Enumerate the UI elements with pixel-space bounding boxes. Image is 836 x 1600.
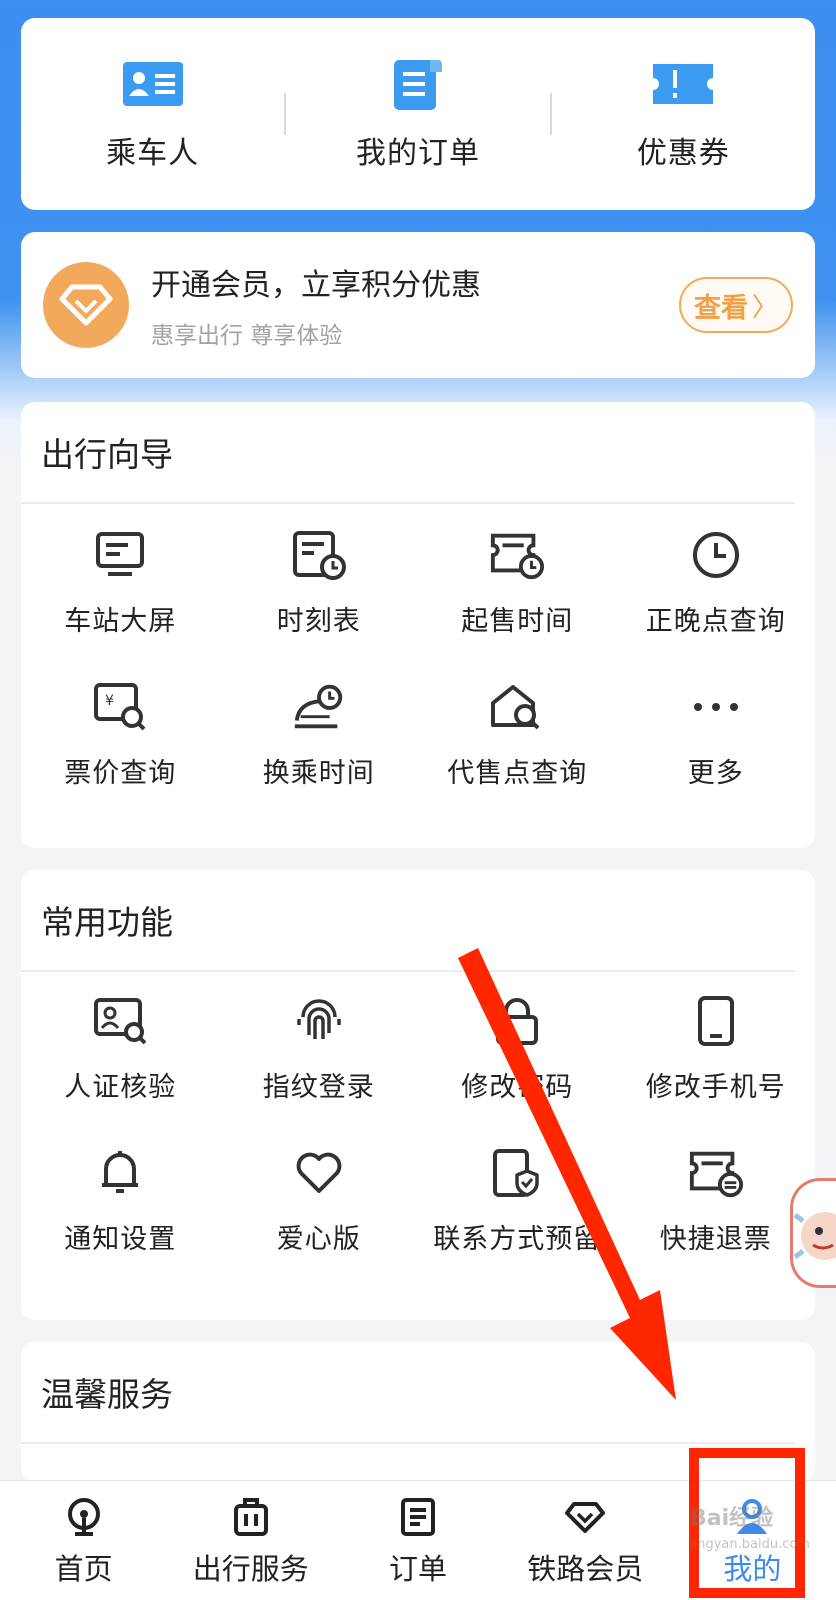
function-label: 修改手机号 <box>645 1071 786 1103</box>
member-diamond-icon <box>562 1494 608 1540</box>
mascot-floating-icon[interactable] <box>790 1178 836 1288</box>
baidu-watermark: Bai经验 jingyan.baidu.com <box>690 1506 810 1566</box>
func-quick-refund[interactable]: 快捷退票 <box>617 1124 816 1276</box>
member-text: 开通会员，立享积分优惠 惠享出行 尊享体验 <box>151 260 679 350</box>
guide-station-screen[interactable]: 车站大屏 <box>21 506 220 658</box>
guide-label: 更多 <box>687 757 744 789</box>
member-subtitle: 惠享出行 尊享体验 <box>151 323 343 349</box>
guide-more[interactable]: 更多 <box>617 658 816 810</box>
guide-punctuality[interactable]: 正晚点查询 <box>617 506 816 658</box>
chevron-right-icon: 〉 <box>751 292 778 323</box>
section-title: 出行向导 <box>21 402 795 504</box>
heart-icon <box>291 1145 347 1201</box>
quick-access-card: 乘车人 我的订单 优惠券 <box>21 18 815 210</box>
func-change-phone[interactable]: 修改手机号 <box>617 972 816 1124</box>
fingerprint-icon <box>291 993 347 1049</box>
function-label: 爱心版 <box>276 1223 361 1255</box>
diamond-badge-icon <box>43 262 129 348</box>
nav-label: 出行服务 <box>192 1551 309 1586</box>
guide-agency[interactable]: 代售点查询 <box>418 658 617 810</box>
nav-label: 首页 <box>54 1551 113 1586</box>
func-notification[interactable]: 通知设置 <box>21 1124 220 1276</box>
common-functions-grid: 人证核验 指纹登录 修改密码 修改手机号 通知设置 爱心版 联系方式预留 快捷退… <box>21 972 815 1276</box>
nav-orders[interactable]: 订单 <box>334 1481 501 1600</box>
function-label: 人证核验 <box>64 1071 177 1103</box>
common-functions-section: 常用功能 人证核验 指纹登录 修改密码 修改手机号 通知设置 爱心版 联系方式预… <box>21 870 815 1320</box>
nav-home[interactable]: 首页 <box>0 1481 167 1600</box>
guide-transfer-time[interactable]: 换乘时间 <box>220 658 419 810</box>
order-icon <box>395 1494 441 1540</box>
fare-search-icon: ¥ <box>92 679 148 735</box>
nav-label: 订单 <box>389 1551 448 1586</box>
passenger-card-icon <box>120 56 186 112</box>
sale-time-icon <box>489 527 545 583</box>
function-label: 指纹登录 <box>262 1071 375 1103</box>
more-icon <box>688 679 744 735</box>
svg-text:¥: ¥ <box>105 693 114 709</box>
guide-label: 时刻表 <box>276 605 361 637</box>
watermark-text: Bai经验 <box>690 1506 774 1531</box>
agency-search-icon <box>489 679 545 735</box>
id-verify-icon <box>92 993 148 1049</box>
func-care-edition[interactable]: 爱心版 <box>220 1124 419 1276</box>
func-contact-reserve[interactable]: 联系方式预留 <box>418 1124 617 1276</box>
travel-guide-grid: 车站大屏 时刻表 起售时间 正晚点查询 ¥ 票价查询 换乘时间 代售点查询 更多 <box>21 504 815 810</box>
func-id-verify[interactable]: 人证核验 <box>21 972 220 1124</box>
watermark-sub: jingyan.baidu.com <box>690 1537 810 1552</box>
quick-coupons-label: 优惠券 <box>636 136 730 171</box>
quick-orders[interactable]: 我的订单 <box>286 18 549 210</box>
function-label: 联系方式预留 <box>433 1223 602 1255</box>
home-icon <box>61 1494 107 1540</box>
nav-railway-member[interactable]: 铁路会员 <box>502 1481 669 1600</box>
travel-guide-section: 出行向导 车站大屏 时刻表 起售时间 正晚点查询 ¥ 票价查询 换乘时间 代售点… <box>21 402 815 848</box>
guide-fare[interactable]: ¥ 票价查询 <box>21 658 220 810</box>
guide-label: 车站大屏 <box>64 605 177 637</box>
func-change-password[interactable]: 修改密码 <box>418 972 617 1124</box>
function-label: 通知设置 <box>64 1223 177 1255</box>
nav-label: 铁路会员 <box>527 1551 644 1586</box>
quick-passenger[interactable]: 乘车人 <box>21 18 284 210</box>
contact-shield-icon <box>489 1145 545 1201</box>
quick-refund-icon <box>688 1145 744 1201</box>
quick-coupons[interactable]: 优惠券 <box>552 18 815 210</box>
phone-icon <box>688 993 744 1049</box>
quick-orders-label: 我的订单 <box>355 136 480 171</box>
transfer-time-icon <box>291 679 347 735</box>
station-screen-icon <box>92 527 148 583</box>
guide-sale-time[interactable]: 起售时间 <box>418 506 617 658</box>
guide-label: 代售点查询 <box>447 757 588 789</box>
coupon-icon <box>650 56 716 112</box>
guide-label: 起售时间 <box>461 605 574 637</box>
function-label: 修改密码 <box>461 1071 574 1103</box>
quick-passenger-label: 乘车人 <box>106 136 200 171</box>
nav-travel-service[interactable]: 出行服务 <box>167 1481 334 1600</box>
clock-icon <box>688 527 744 583</box>
lock-icon <box>489 993 545 1049</box>
guide-label: 换乘时间 <box>262 757 375 789</box>
guide-label: 票价查询 <box>64 757 177 789</box>
member-banner[interactable]: 开通会员，立享积分优惠 惠享出行 尊享体验 查看 〉 <box>21 232 815 378</box>
guide-label: 正晚点查询 <box>645 605 786 637</box>
view-button-label: 查看 <box>693 292 748 324</box>
section-title: 常用功能 <box>21 870 795 972</box>
bell-icon <box>92 1145 148 1201</box>
func-fingerprint[interactable]: 指纹登录 <box>220 972 419 1124</box>
guide-timetable[interactable]: 时刻表 <box>220 506 419 658</box>
order-list-icon <box>385 56 451 112</box>
luggage-icon <box>228 1494 274 1540</box>
function-label: 快捷退票 <box>659 1223 772 1255</box>
member-title: 开通会员，立享积分优惠 <box>151 268 481 303</box>
view-member-button[interactable]: 查看 〉 <box>679 277 793 333</box>
section-title: 温馨服务 <box>21 1342 795 1444</box>
timetable-icon <box>291 527 347 583</box>
